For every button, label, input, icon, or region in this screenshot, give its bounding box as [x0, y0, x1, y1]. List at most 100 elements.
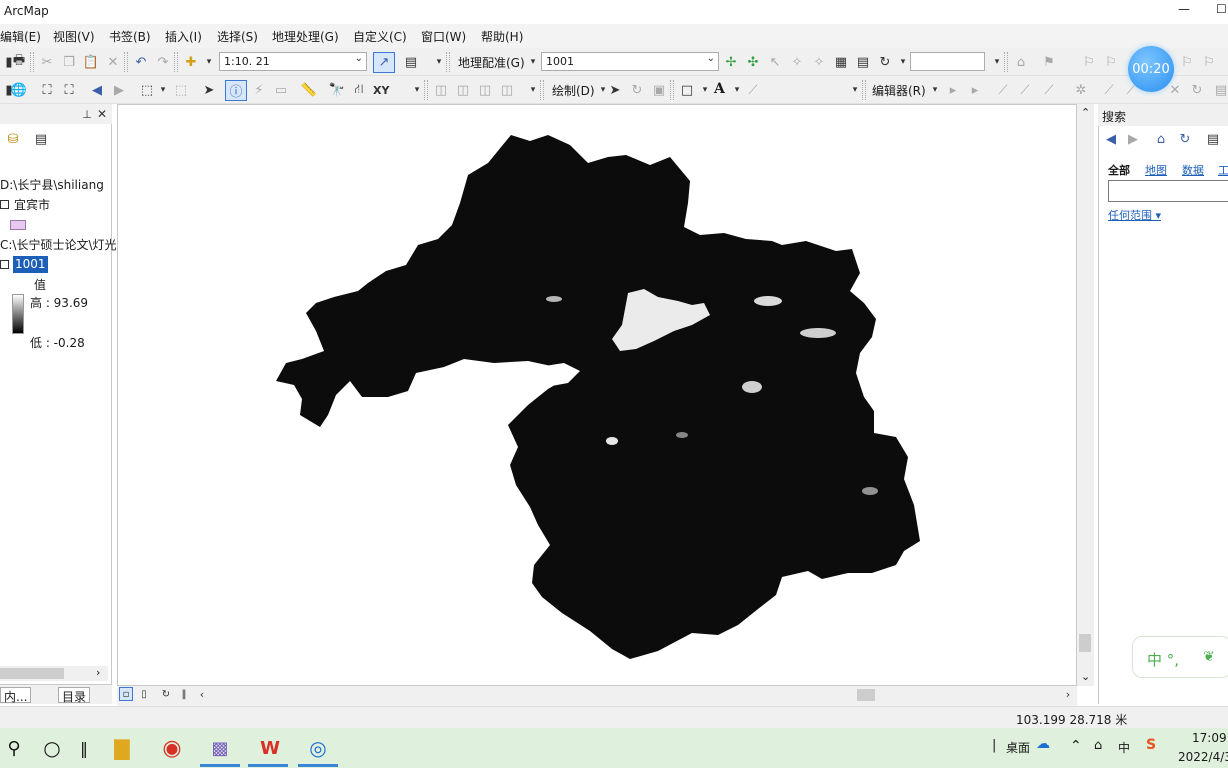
auto-registration-icon[interactable]: ✣ [744, 53, 762, 71]
scroll-down-icon[interactable]: ⌄ [1081, 670, 1090, 683]
barrier-icon[interactable]: ⚐ [1102, 53, 1120, 71]
onedrive-icon[interactable]: ☁ [1036, 736, 1050, 752]
trace-tool-icon[interactable]: ⟋ [1040, 81, 1058, 99]
georef-layer-combo[interactable]: 1001 ⌄ [541, 52, 719, 71]
recording-timer[interactable]: 00:20 [1128, 46, 1174, 92]
list-by-source-icon[interactable]: ⛁ [4, 130, 22, 148]
reshape-icon[interactable]: ⟋ [1100, 81, 1118, 99]
search-icon[interactable]: ⚲ [0, 734, 28, 762]
ime-indicator[interactable]: 中 [1118, 739, 1130, 756]
zoom-whole-page-icon[interactable]: ▣ [650, 81, 668, 99]
menu-insert[interactable]: 插入(I) [165, 28, 202, 45]
layout-view-icon[interactable]: ▯ [137, 687, 151, 701]
effects-icon[interactable]: ◫ [432, 81, 450, 99]
add-data-icon[interactable]: ✚ [182, 53, 200, 71]
tab-contents[interactable]: 内... [0, 687, 32, 704]
refresh-view-icon[interactable]: ↻ [159, 687, 173, 701]
menu-geoprocessing[interactable]: 地理处理(G) [272, 28, 339, 45]
clock-time[interactable]: 17:09 [1192, 731, 1227, 745]
layer-symbol-swatch[interactable] [10, 220, 26, 230]
table-window-icon[interactable]: ▤ [402, 53, 420, 71]
rectangle-dropdown-icon[interactable]: ▾ [696, 81, 714, 99]
paste-icon[interactable]: 📋 [82, 53, 100, 71]
back-arrow-icon[interactable]: ◀ [88, 81, 106, 99]
straight-segment-icon[interactable]: ⟋ [994, 81, 1012, 99]
options-icon[interactable]: ▤ [32, 130, 50, 148]
pause-drawing-icon[interactable]: ‖ [177, 687, 191, 701]
editor-menu[interactable]: 编辑器(R) [872, 82, 926, 99]
find-route-icon[interactable]: ⛙ [350, 81, 368, 99]
arcmap-icon[interactable]: ▩ [206, 734, 234, 762]
endpoint-arc-icon[interactable]: ⟋ [1016, 81, 1034, 99]
scroll-up-icon[interactable]: ⌃ [1081, 106, 1090, 119]
link-table-icon[interactable]: ▤ [854, 53, 872, 71]
network-icon[interactable]: ⌂ [1094, 738, 1102, 753]
scrollbar-thumb[interactable] [1079, 634, 1091, 652]
desktop-toolbar[interactable]: 桌面 [1006, 739, 1030, 756]
fixed-zoom-out-icon[interactable]: ⛶ [60, 81, 78, 99]
edit-tool-icon[interactable]: ▸ [944, 81, 962, 99]
measure-icon[interactable]: 📏 [300, 81, 318, 99]
search-options-icon[interactable]: ▤ [1204, 130, 1222, 148]
layer-name-yibin[interactable]: 宜宾市 [14, 196, 50, 213]
cut-icon[interactable]: ✂ [38, 53, 56, 71]
globe-icon[interactable]: 🌐 [10, 81, 28, 99]
network-icon[interactable]: ⚑ [1040, 53, 1058, 71]
trace-icon[interactable]: ⚐ [1178, 53, 1196, 71]
map-canvas[interactable] [117, 104, 1077, 686]
search-input[interactable] [1108, 180, 1228, 202]
menu-windows[interactable]: 窗口(W) [421, 28, 466, 45]
rotate-icon[interactable]: ↻ [876, 53, 894, 71]
search-tab-data[interactable]: 数据 [1182, 162, 1204, 178]
route-icon[interactable]: ⌂ [1012, 53, 1030, 71]
maximize-button[interactable]: ☐ [1216, 2, 1228, 16]
map-vertical-scrollbar[interactable]: ⌃ ⌄ [1077, 104, 1094, 686]
tab-catalog[interactable]: 目录 [58, 687, 91, 704]
delete-icon[interactable]: ✕ [104, 53, 122, 71]
menu-selection[interactable]: 选择(S) [217, 28, 258, 45]
search-tab-tools[interactable]: 工 [1218, 162, 1228, 178]
print-icon[interactable]: 🖶 [10, 53, 28, 71]
task-view-icon[interactable]: ‖ [70, 734, 98, 762]
hyperlink-icon[interactable]: ⚡ [250, 81, 268, 99]
flicker-icon[interactable]: ◫ [476, 81, 494, 99]
georeferencing-menu[interactable]: 地理配准(G) [458, 54, 525, 71]
ime-toolbar[interactable]: 中 °, ❦ [1132, 636, 1228, 678]
rotate-element-icon[interactable]: ↻ [628, 81, 646, 99]
minimize-button[interactable]: — [1178, 2, 1192, 16]
copy-icon[interactable]: ❐ [60, 53, 78, 71]
find-icon[interactable]: 🔭 [328, 81, 346, 99]
viewer-icon[interactable]: ▦ [832, 53, 850, 71]
back-arrow-icon[interactable]: ◀ [1102, 130, 1120, 148]
scroll-right-icon[interactable]: › [96, 666, 100, 679]
menu-edit[interactable]: 编辑(E) [0, 28, 41, 45]
data-view-icon[interactable]: ▫ [119, 687, 133, 701]
layer-name-1001[interactable]: 1001 [13, 256, 48, 273]
drawing-menu[interactable]: 绘制(D) [552, 82, 595, 99]
sketch-properties-icon[interactable]: ▤ [1212, 81, 1228, 99]
toc-horizontal-scrollbar[interactable]: › [0, 666, 108, 681]
menu-bookmarks[interactable]: 书签(B) [109, 28, 151, 45]
ime-skin-icon[interactable]: ❦ [1203, 649, 1215, 665]
clear-selection-icon[interactable]: ⬚ [172, 81, 190, 99]
split-tool-icon[interactable]: ✲ [1072, 81, 1090, 99]
add-control-points-icon[interactable]: ✢ [722, 53, 740, 71]
undo-icon[interactable]: ↶ [132, 53, 150, 71]
edit-vertices-icon[interactable]: ⟋ [744, 81, 762, 99]
forward-arrow-icon[interactable]: ▶ [1124, 130, 1142, 148]
cortana-icon[interactable]: ○ [38, 734, 66, 762]
clock-date[interactable]: 2022/4/3 [1178, 750, 1228, 764]
editor-toolbar-icon[interactable]: ↗ [373, 52, 395, 73]
select-elements-icon[interactable]: ➤ [200, 81, 218, 99]
select-dropdown-icon[interactable]: ▾ [154, 81, 172, 99]
search-scope-link[interactable]: 任何范围 ▾ [1108, 207, 1161, 223]
fixed-zoom-in-icon[interactable]: ⛶ [38, 81, 56, 99]
rotation-input[interactable] [910, 52, 985, 71]
file-explorer-icon[interactable]: ▇ [108, 734, 136, 762]
rectangle-icon[interactable]: □ [678, 81, 696, 99]
add-data-dropdown-icon[interactable]: ▾ [200, 53, 218, 71]
select-element-icon[interactable]: ➤ [606, 81, 624, 99]
georef-dropdown-icon[interactable]: ▾ [524, 53, 542, 71]
map-scale-combo[interactable]: 1:10. 21 ⌄ [219, 52, 367, 71]
html-popup-icon[interactable]: ▭ [272, 81, 290, 99]
